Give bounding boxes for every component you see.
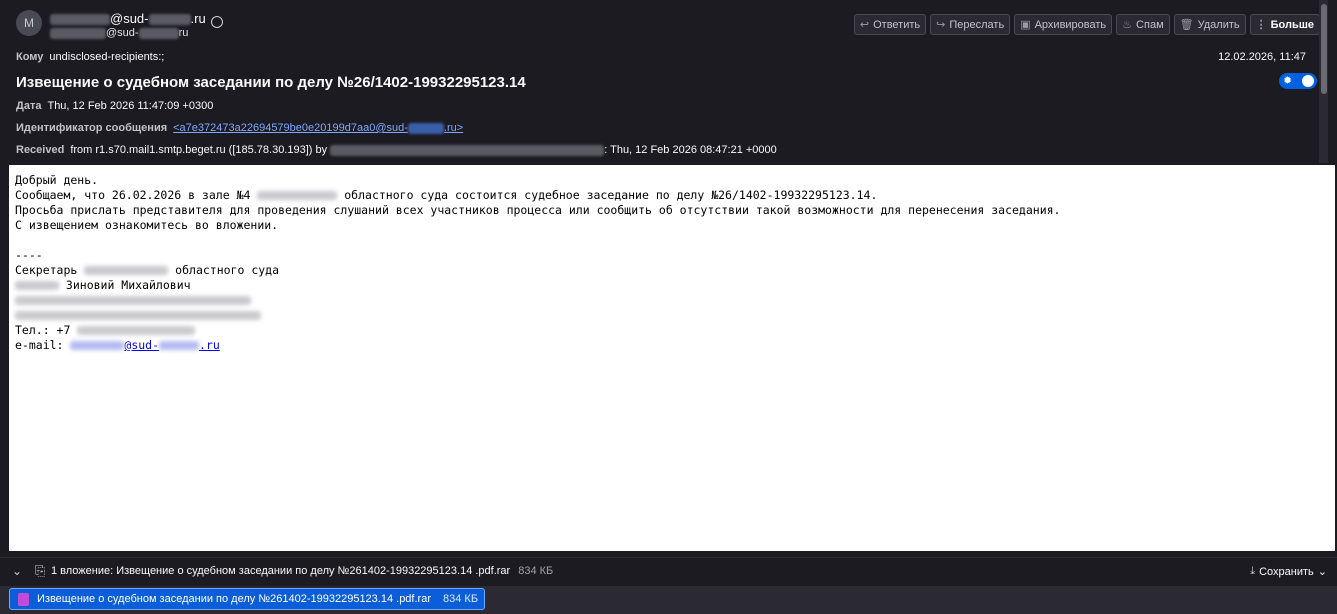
archive-icon: ▣ <box>1020 19 1031 31</box>
redacted-address-line <box>15 296 251 305</box>
attachment-total-size: 834 КБ <box>518 565 554 577</box>
body-line1-start: Сообщаем, что 26.02.2026 в зале №4 <box>15 188 258 202</box>
message-subject: Извещение о судебном заседании по делу №… <box>16 74 526 91</box>
more-dots-icon: ⋮ <box>1255 19 1267 31</box>
reply-icon: ↩ <box>859 19 870 31</box>
archive-label: Архивировать <box>1034 18 1107 31</box>
save-button[interactable]: ⤓ Сохранить ⌄ <box>1250 565 1327 578</box>
message-header: M @sud- .ru @sud-ru ↩ Ответить ↪ Переслать … <box>0 0 1328 163</box>
sender-domain: @sud- <box>110 11 149 26</box>
message-id-prefix: <a7e372473a22694579be0e20199d7aa0@sud- <box>173 122 408 134</box>
forward-icon: ↪ <box>936 19 946 31</box>
body-line2: Просьба прислать представителя для прове… <box>15 203 1061 217</box>
received-date: 12.02.2026, 11:47 <box>1218 51 1306 63</box>
body-line1-end: областного суда состоится судебное засед… <box>337 188 878 202</box>
chevron-down-icon: ⌄ <box>1317 566 1327 578</box>
delete-button[interactable]: 🗑 Удалить <box>1173 14 1246 35</box>
scrollbar-thumb[interactable] <box>1321 4 1327 94</box>
body-line3: С извещением ознакомитесь во вложении. <box>15 218 279 232</box>
redacted-sender-name <box>50 14 110 26</box>
spam-label: Спам <box>1136 18 1164 31</box>
to-value: undisclosed-recipients:; <box>49 51 165 63</box>
date-value: Thu, 12 Feb 2026 11:47:09 +0300 <box>47 100 214 112</box>
sender-address[interactable]: @sud- .ru <box>50 11 206 26</box>
attachment-summary-text: 1 вложение: Извещение о судебном заседан… <box>51 565 511 577</box>
redacted-server <box>330 144 605 156</box>
save-label: Сохранить <box>1259 565 1314 578</box>
email-prefix: e-mail: <box>15 338 71 352</box>
more-label: Больше <box>1270 18 1314 31</box>
redacted-phone <box>77 326 196 335</box>
paperclip-icon: ⎘ <box>35 563 46 578</box>
redacted-sender-name <box>50 27 106 39</box>
message-id-row: Идентификатор сообщения <a7e372473a226945… <box>16 122 463 134</box>
remote-content-toggle[interactable]: ✹ <box>1279 73 1317 89</box>
redacted-surname <box>15 281 59 290</box>
attachment-summary[interactable]: 1 вложение: Извещение о судебном заседан… <box>51 565 553 577</box>
to-row: Кому undisclosed-recipients:; <box>16 51 164 63</box>
collapse-chevron-icon[interactable]: ⌄ <box>12 564 22 578</box>
trash-icon: 🗑 <box>1179 19 1194 31</box>
attachment-list: Извещение о судебном заседании по делу №… <box>0 586 1337 614</box>
forward-button[interactable]: ↪ Переслать <box>930 14 1011 35</box>
redacted-domain <box>407 122 444 134</box>
received-suffix: : Thu, 12 Feb 2026 08:47:21 +0000 <box>604 144 777 156</box>
forward-label: Переслать <box>949 18 1005 31</box>
email-domain: @sud- <box>124 338 160 352</box>
signature-title-end: областного суда <box>168 263 280 277</box>
download-icon: ⤓ <box>1250 565 1256 577</box>
redacted-domain <box>138 27 179 39</box>
attachment-file-size: 834 КБ <box>443 593 479 605</box>
to-label: Кому <box>16 51 44 63</box>
signature-title-start: Секретарь <box>15 263 85 277</box>
header-scrollbar[interactable] <box>1319 0 1328 163</box>
message-id-suffix: .ru> <box>443 122 464 134</box>
received-prefix: from r1.s70.mail1.smtp.beget.ru ([185.78… <box>70 144 328 156</box>
sender-sub-tld: ru <box>178 27 189 39</box>
redacted-email-user <box>70 341 125 350</box>
reply-label: Ответить <box>873 18 921 31</box>
delete-label: Удалить <box>1197 18 1240 31</box>
sender-avatar: M <box>16 10 42 36</box>
email-tld: .ru <box>199 338 220 352</box>
signature-name: Зиновий Михайлович <box>59 278 191 292</box>
spam-button[interactable]: ♨ Спам <box>1116 14 1170 35</box>
redacted-region <box>84 266 169 275</box>
spam-flame-icon: ♨ <box>1122 19 1133 31</box>
redacted-address-line <box>15 311 261 320</box>
received-row: Received from r1.s70.mail1.smtp.beget.ru … <box>16 144 777 156</box>
message-id-label: Идентификатор сообщения <box>16 122 168 134</box>
reply-button[interactable]: ↩ Ответить <box>853 14 927 35</box>
message-text: Добрый день. Сообщаем, что 26.02.2026 в … <box>15 173 1060 353</box>
sender-secondary-address: @sud-ru <box>50 27 188 39</box>
more-button[interactable]: ⋮ Больше <box>1249 14 1320 35</box>
signature-separator: ---- <box>15 248 43 262</box>
toggle-knob <box>1302 75 1314 87</box>
date-label: Дата <box>16 100 42 112</box>
message-id-link[interactable]: <a7e372473a22694579be0e20199d7aa0@sud- .r… <box>173 122 463 134</box>
message-toolbar: ↩ Ответить ↪ Переслать ▣ Архивировать ♨ Спам… <box>853 14 1320 35</box>
sun-icon: ✹ <box>1283 75 1293 87</box>
attachment-bar: ⌄ ⎘ 1 вложение: Извещение о судебном зас… <box>0 557 1337 586</box>
redacted-domain <box>148 14 191 26</box>
sender-tld: .ru <box>190 11 206 26</box>
attachment-file-name: Извещение о судебном заседании по делу №… <box>37 593 431 605</box>
redacted-region <box>257 191 338 200</box>
greeting: Добрый день. <box>15 173 99 187</box>
date-row: Дата Thu, 12 Feb 2026 11:47:09 +0300 <box>16 100 213 112</box>
redacted-email-domain <box>159 341 200 350</box>
message-body: Добрый день. Сообщаем, что 26.02.2026 в … <box>9 165 1335 551</box>
archive-button[interactable]: ▣ Архивировать <box>1014 14 1113 35</box>
sender-sub-domain: @sud- <box>106 27 139 39</box>
received-label: Received <box>16 144 65 156</box>
signature-email-link[interactable]: @sud- .ru <box>70 338 220 352</box>
phone-prefix: Тел.: +7 <box>15 323 78 337</box>
attachment-file[interactable]: Извещение о судебном заседании по делу №… <box>9 588 486 610</box>
add-contact-icon[interactable] <box>211 16 223 28</box>
archive-file-icon <box>18 592 29 606</box>
